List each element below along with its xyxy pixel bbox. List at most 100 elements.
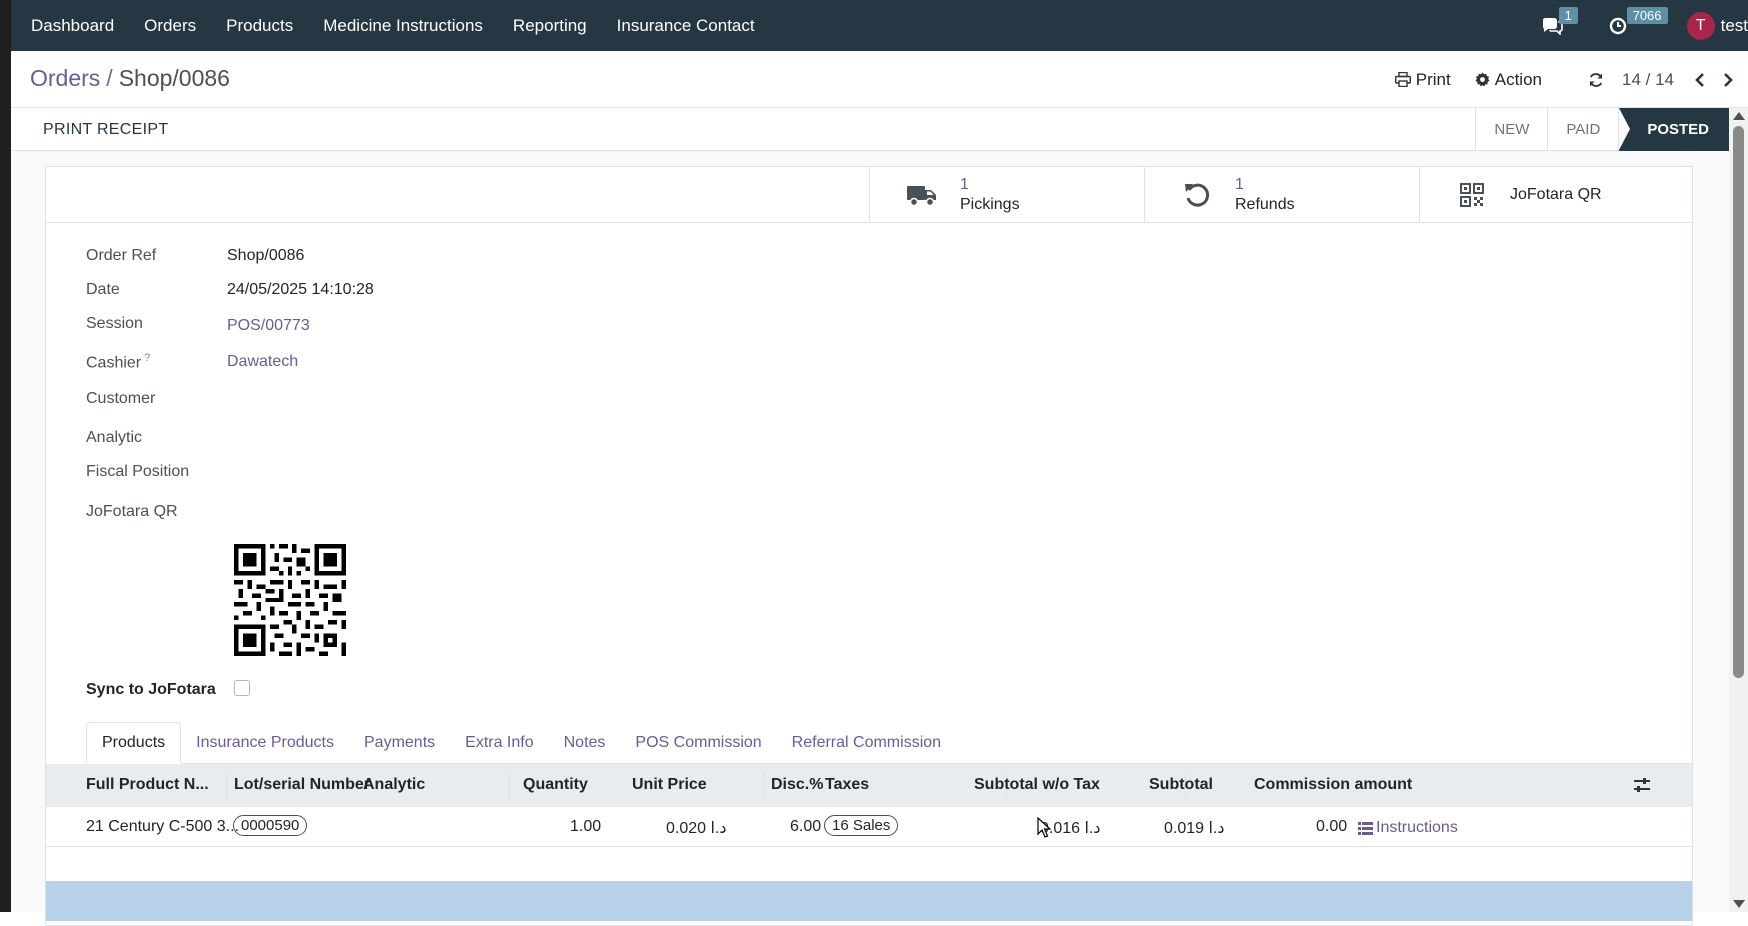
refresh-icon [1589, 72, 1603, 87]
pager-value[interactable]: 14 / 14 [1622, 70, 1674, 90]
sync-jofotara-checkbox[interactable] [234, 680, 250, 696]
col-analytic-header[interactable]: Analytic [363, 776, 425, 794]
cashier-label: Cashier? [86, 352, 227, 372]
menu-orders[interactable]: Orders [129, 0, 211, 51]
table-row[interactable]: 21 Century C-500 3... 0000590 1.00 0.020… [46, 807, 1692, 847]
activities-count-badge: 7066 [1626, 6, 1668, 24]
tab-notes[interactable]: Notes [549, 722, 621, 764]
refunds-smart-button[interactable]: 1 Refunds [1144, 167, 1419, 222]
jofotara-qr-smart-button[interactable]: JoFotara QR [1419, 167, 1694, 222]
undo-icon [1179, 182, 1215, 208]
col-quantity-header[interactable]: Quantity [523, 776, 588, 794]
jofotara-qr-image [234, 544, 346, 656]
messaging-button[interactable]: 1 [1541, 6, 1578, 35]
pager-previous-button[interactable] [1694, 72, 1706, 88]
menu-reporting[interactable]: Reporting [498, 0, 602, 51]
user-menu[interactable]: test [1721, 16, 1748, 36]
session-field: Session POS/00773 [86, 315, 310, 335]
print-button[interactable]: Print [1394, 69, 1451, 90]
col-unit-price-header[interactable]: Unit Price [632, 776, 707, 794]
col-commission-header[interactable]: Commission amount [1254, 776, 1412, 794]
scroll-thumb[interactable] [1733, 126, 1744, 678]
stage-paid[interactable]: PAID [1547, 108, 1618, 151]
scroll-up-arrow[interactable] [1733, 112, 1745, 120]
col-product-header[interactable]: Full Product N... [86, 776, 209, 794]
session-label: Session [86, 315, 143, 332]
fiscal-position-field: Fiscal Position [86, 463, 227, 481]
print-label: Print [1415, 69, 1451, 89]
tab-payments[interactable]: Payments [349, 722, 450, 764]
order-ref-value: Shop/0086 [227, 247, 305, 264]
tab-extra-info[interactable]: Extra Info [450, 722, 548, 764]
systray: 1 7066 T test [1541, 0, 1748, 51]
chevron-left-icon [1695, 72, 1704, 87]
row-quantity: 1.00 [570, 818, 602, 835]
jofotara-qr-label: JoFotara QR [86, 503, 178, 520]
order-ref-field: Order Ref Shop/0086 [86, 247, 304, 265]
analytic-label: Analytic [86, 429, 143, 446]
row-lot-badge: 0000590 [233, 815, 308, 836]
row-commission: 0.00 [1316, 818, 1348, 835]
order-lines-table: Full Product N... Lot/serial Number Anal… [46, 764, 1692, 847]
row-discount: 6.00 [790, 818, 822, 835]
tab-insurance-products[interactable]: Insurance Products [181, 722, 349, 764]
form-statusbar-row: PRINT RECEIPT NEW PAID POSTED [11, 108, 1729, 151]
menu-insurance-contact[interactable]: Insurance Contact [602, 0, 770, 51]
user-avatar[interactable]: T [1686, 11, 1715, 40]
qrcode-icon [1454, 182, 1490, 207]
row-tax-badge: 16 Sales [824, 815, 899, 836]
menu-dashboard[interactable]: Dashboard [11, 0, 129, 51]
action-label: Action [1494, 69, 1542, 89]
column-separator [226, 772, 227, 800]
tab-pos-commission[interactable]: POS Commission [620, 722, 776, 764]
col-discount-header[interactable]: Disc.% [771, 776, 823, 794]
col-subtotal-wo-tax-header[interactable]: Subtotal w/o Tax [974, 776, 1100, 794]
control-panel: Orders / Shop/0086 Print Action 14 / 14 [11, 51, 1748, 108]
print-receipt-button[interactable]: PRINT RECEIPT [43, 121, 168, 139]
fiscal-position-label: Fiscal Position [86, 463, 190, 480]
reload-button[interactable] [1588, 72, 1604, 88]
tab-products[interactable]: Products [86, 722, 182, 764]
main-navbar: Dashboard Orders Products Medicine Instr… [11, 0, 1748, 51]
row-instructions-button[interactable]: Instructions [1358, 819, 1458, 837]
tab-referral-commission[interactable]: Referral Commission [777, 722, 956, 764]
cashier-link[interactable]: Dawatech [227, 353, 298, 372]
menu-medicine-instructions[interactable]: Medicine Instructions [308, 0, 498, 51]
col-taxes-header[interactable]: Taxes [825, 776, 869, 794]
row-instructions-label: Instructions [1376, 819, 1458, 836]
date-field: Date 24/05/2025 14:10:28 [86, 281, 374, 299]
pickings-smart-button[interactable]: 1 Pickings [869, 167, 1144, 222]
pickings-count: 1 [960, 175, 969, 193]
date-value: 24/05/2025 14:10:28 [227, 281, 374, 298]
cashier-field: Cashier? Dawatech [86, 352, 298, 372]
smart-buttons-box: 1 Pickings 1 Refunds JoFotara QR [46, 167, 1692, 223]
optional-columns-toggle[interactable] [1633, 777, 1651, 798]
page-scrollbar[interactable] [1729, 108, 1748, 912]
action-button[interactable]: Action [1475, 70, 1542, 90]
mouse-pointer-icon [1037, 817, 1052, 838]
order-status-bar: NEW PAID POSTED [1475, 108, 1729, 151]
gear-icon [1475, 72, 1490, 87]
jofotara-qr-field: JoFotara QR [86, 503, 227, 521]
row-subtotal: 0.019 د.ا [1164, 820, 1225, 837]
column-separator [763, 772, 764, 800]
col-subtotal-header[interactable]: Subtotal [1149, 776, 1213, 794]
pager-next-button[interactable] [1722, 72, 1734, 88]
activity-button[interactable]: 7066 [1609, 6, 1668, 35]
col-lot-header[interactable]: Lot/serial Number [234, 776, 370, 794]
refunds-count: 1 [1235, 175, 1244, 193]
scroll-down-arrow[interactable] [1733, 900, 1745, 908]
breadcrumb-separator: / [106, 65, 113, 91]
jofotara-qr-button-label: JoFotara QR [1510, 185, 1602, 203]
cashier-help-tooltip[interactable]: ? [144, 352, 150, 364]
main-menu: Dashboard Orders Products Medicine Instr… [11, 0, 770, 51]
session-link[interactable]: POS/00773 [227, 317, 310, 335]
stage-new[interactable]: NEW [1475, 108, 1547, 151]
breadcrumb-orders-link[interactable]: Orders [30, 65, 100, 91]
cashier-label-text: Cashier [86, 354, 142, 372]
notebook-tabs: Products Insurance Products Payments Ext… [86, 722, 1693, 764]
customer-label: Customer [86, 390, 156, 407]
stage-posted[interactable]: POSTED [1618, 108, 1729, 151]
messages-count-badge: 1 [1558, 6, 1578, 24]
menu-products[interactable]: Products [211, 0, 308, 51]
